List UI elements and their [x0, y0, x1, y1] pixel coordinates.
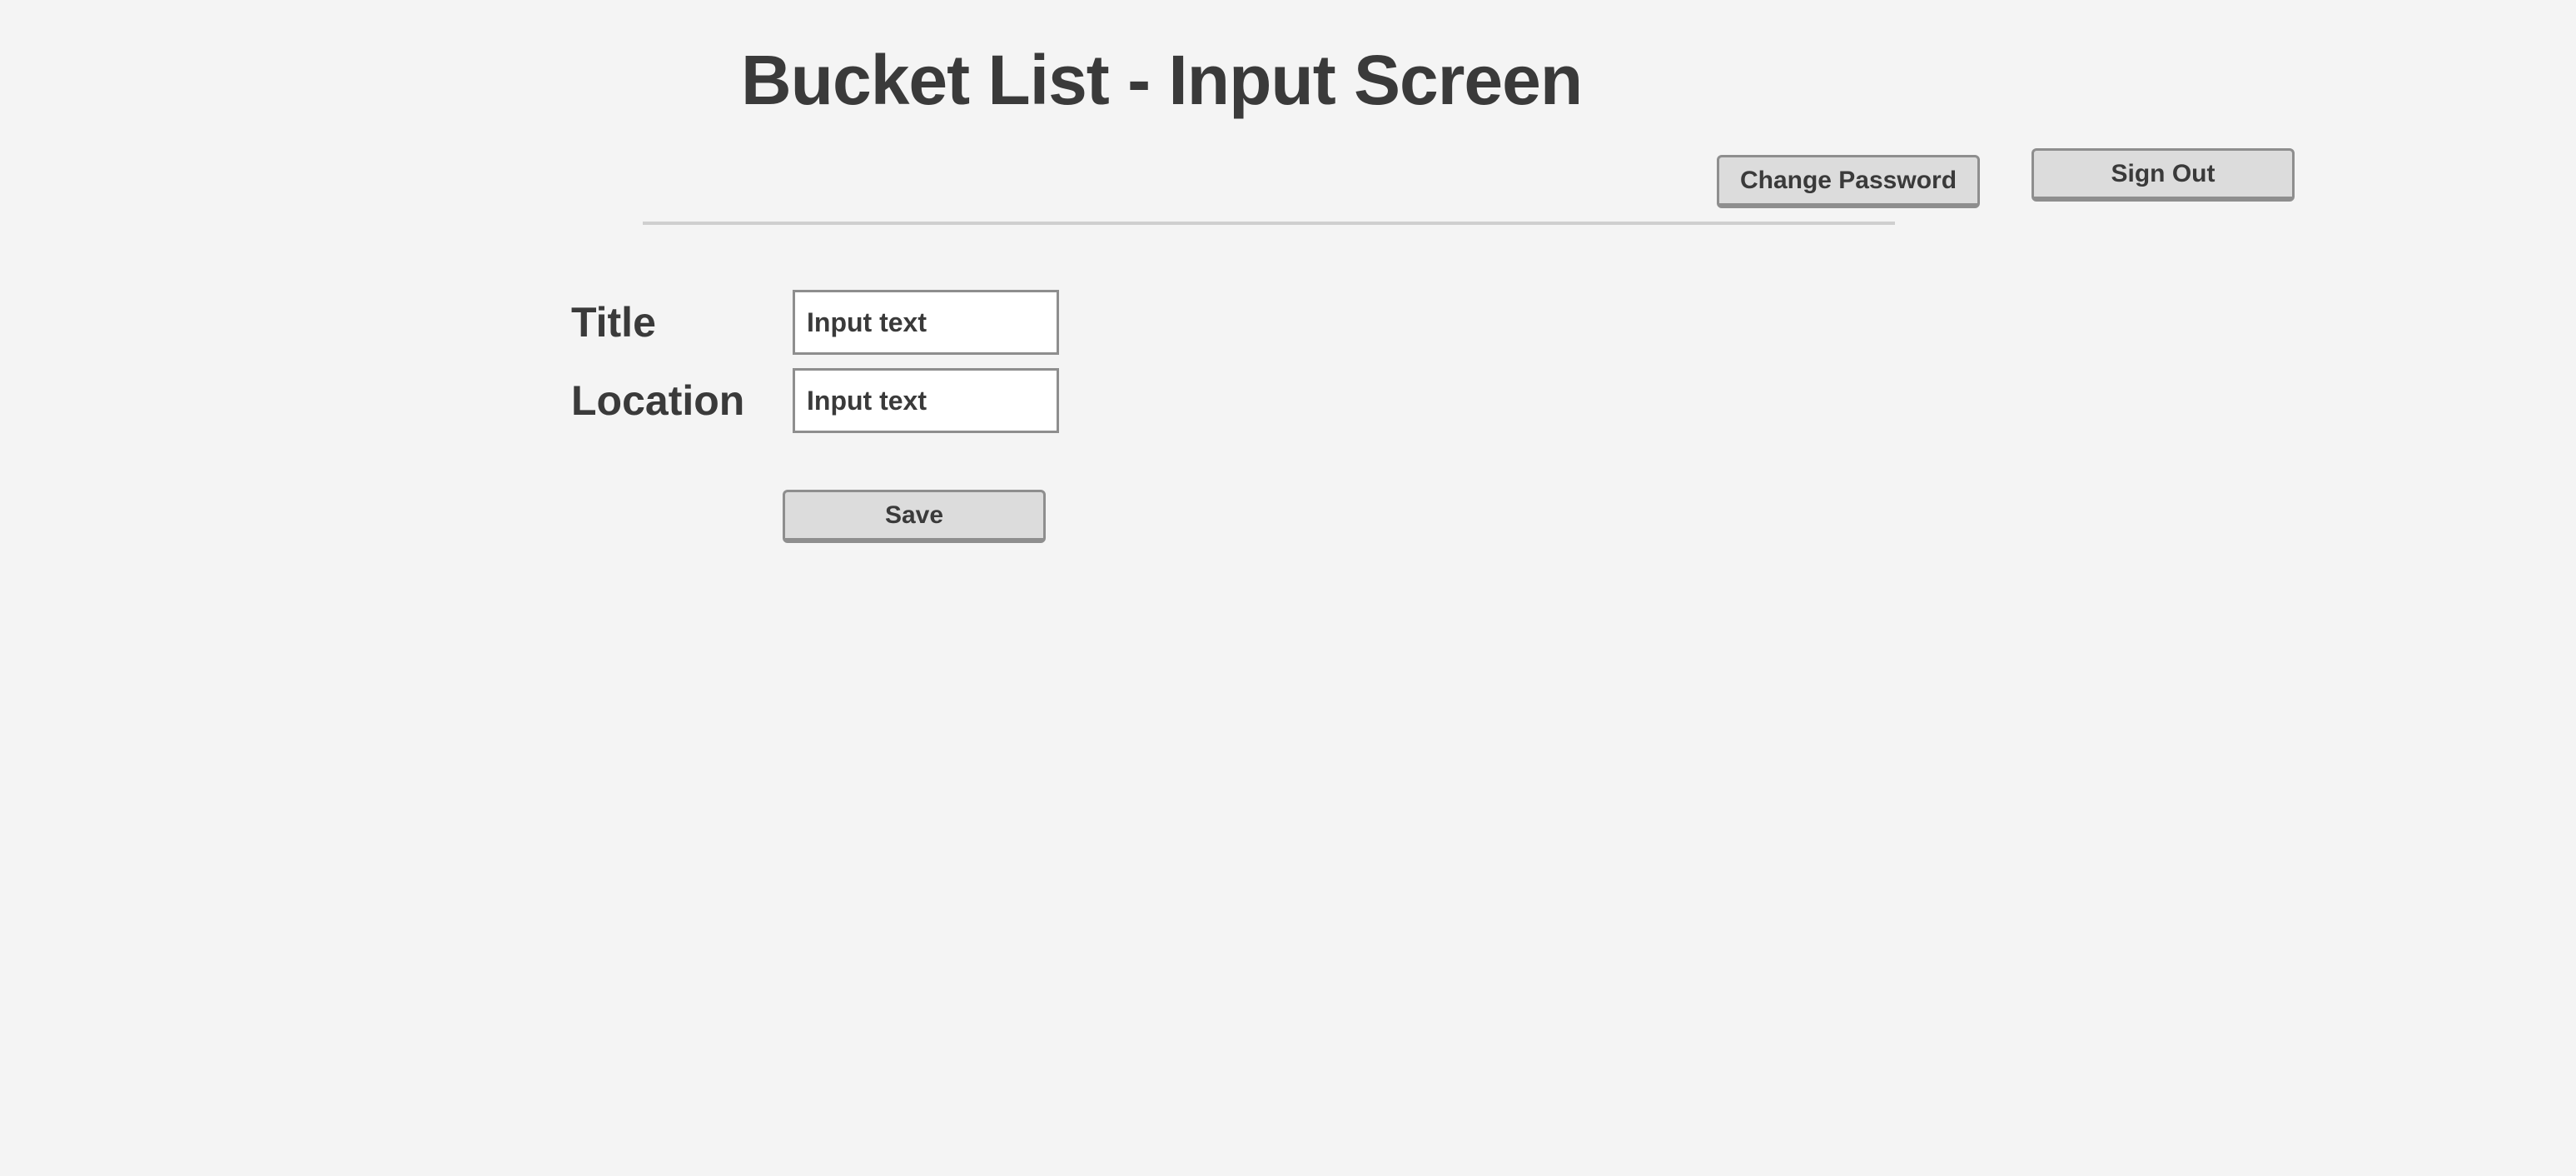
title-label: Title — [571, 299, 656, 346]
header-divider — [643, 222, 1895, 225]
sign-out-button[interactable]: Sign Out — [2031, 148, 2295, 202]
title-input[interactable] — [793, 290, 1059, 355]
page-title: Bucket List - Input Screen — [741, 41, 1583, 119]
save-button[interactable]: Save — [783, 490, 1046, 543]
location-label: Location — [571, 377, 745, 424]
location-input[interactable] — [793, 368, 1059, 433]
change-password-button[interactable]: Change Password — [1717, 155, 1980, 208]
